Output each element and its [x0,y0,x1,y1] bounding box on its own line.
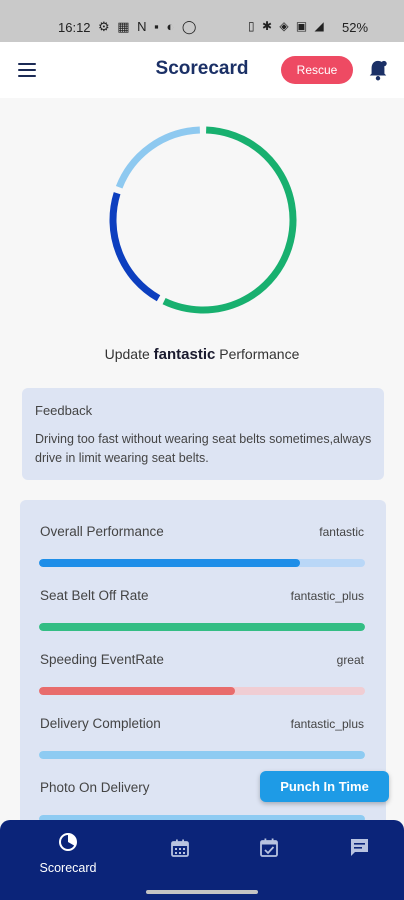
status-time: 16:12 [58,20,91,35]
calendar-check-icon [260,838,278,857]
metric-overall-performance: Overall Performance fantastic [20,500,386,567]
metric-label: Delivery Completion [40,716,161,731]
app-bar: Scorecard Rescue [0,42,404,98]
metric-value: fantastic [319,525,364,539]
metric-value: great [336,653,364,667]
notification-icons: ⚙ ▦ N ▪ ◐ ◯ [98,19,199,34]
nav-item-calendar[interactable] [170,838,190,863]
nav-item-scorecard[interactable]: Scorecard [28,832,108,875]
metric-label: Seat Belt Off Rate [40,588,149,603]
status-bar: 16:12 ⚙ ▦ N ▪ ◐ ◯ ▯ ✱ ◈ ▣ ◢ 52% [0,0,404,42]
nav-item-messages[interactable] [349,837,370,863]
nav-item-calendar-check[interactable] [259,837,279,863]
bell-icon[interactable] [367,58,389,82]
update-prefix: Update [104,346,150,362]
nav-label-scorecard: Scorecard [39,861,97,875]
feedback-title: Feedback [35,403,93,418]
metric-label: Speeding EventRate [40,652,164,667]
performance-donut [109,126,297,314]
chat-icon [351,839,368,856]
performance-summary: Update fantastic Performance [0,346,404,363]
donut-segment-light-blue [115,126,201,189]
battery-level: 52% [342,20,369,35]
feedback-text: Driving too fast without wearing seat be… [35,432,372,465]
bottom-navigation: Scorecard [0,820,404,900]
metric-label: Photo On Delivery [40,780,150,795]
scorecard-icon [59,833,77,851]
donut-segment-green [162,126,297,314]
calendar-icon [171,839,189,857]
hamburger-menu-icon[interactable] [18,63,36,77]
feedback-card: Feedback Driving too fast without wearin… [22,388,384,480]
punch-in-time-button[interactable]: Punch In Time [260,771,389,802]
home-indicator [146,890,258,894]
metric-value: fantastic_plus [290,589,364,603]
metric-seat-belt-off-rate: Seat Belt Off Rate fantastic_plus [20,564,386,631]
donut-segment-dark-blue [109,192,161,302]
metric-speeding-event-rate: Speeding EventRate great [20,628,386,695]
metric-value: fantastic_plus [290,717,364,731]
system-status-icons: ▯ ✱ ◈ ▣ ◢ [248,19,326,33]
metric-label: Overall Performance [40,524,164,539]
metric-delivery-completion: Delivery Completion fantastic_plus [20,692,386,759]
rescue-button[interactable]: Rescue [281,56,353,84]
performance-rating: fantastic [153,346,216,363]
update-suffix: Performance [219,346,300,362]
